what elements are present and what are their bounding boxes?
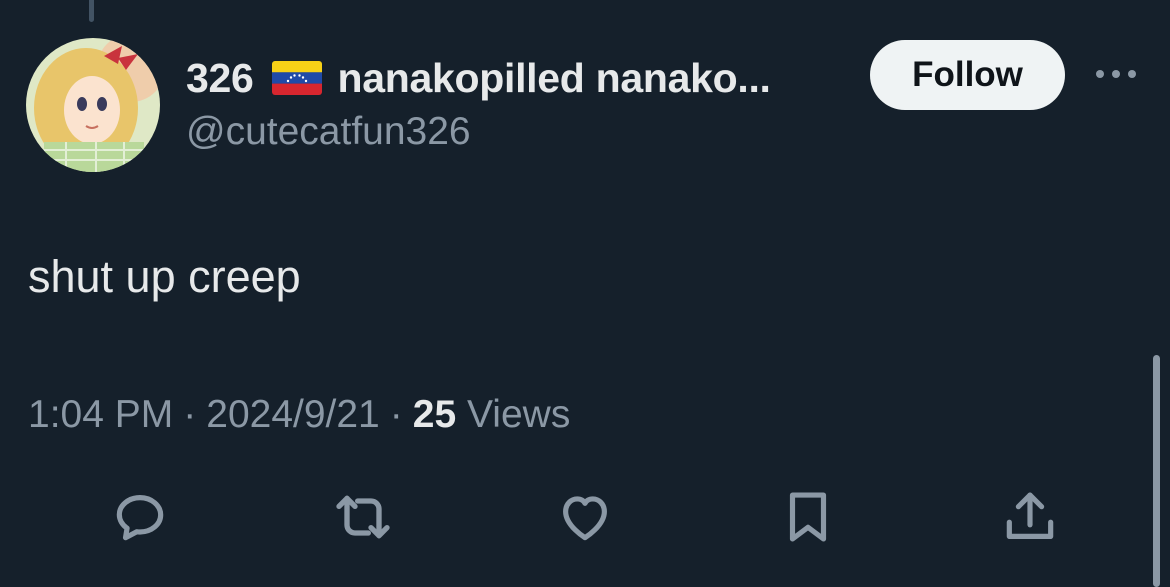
author-name-row[interactable]: 326 nanakopilled nanako... (186, 50, 856, 106)
repost-button[interactable] (328, 482, 398, 552)
tweet-text: shut up creep (28, 251, 301, 302)
meta-separator: · (183, 393, 197, 436)
venezuela-flag-icon (271, 61, 322, 95)
follow-button[interactable]: Follow (870, 40, 1065, 110)
views-count: 25 (412, 393, 457, 436)
thread-connector-line (89, 0, 94, 22)
avatar-image (26, 38, 160, 172)
author-display-name-suffix[interactable]: nanakopilled nanako... (338, 55, 771, 102)
share-icon (1006, 492, 1054, 539)
reply-button[interactable] (105, 482, 175, 552)
bookmark-button[interactable] (773, 482, 843, 552)
author-display-name[interactable]: 326 (186, 55, 254, 102)
more-options-icon[interactable] (1094, 64, 1138, 84)
tweet-metadata: 1:04 PM · 2024/9/21 · 25 Views (28, 393, 570, 437)
tweet-time[interactable]: 1:04 PM (28, 393, 173, 436)
views-label: Views (467, 393, 571, 436)
tweet-date[interactable]: 2024/9/21 (206, 393, 380, 436)
author-info: 326 nanakopilled nanako... @cutecatfun32… (186, 50, 856, 154)
repost-icon (336, 495, 390, 539)
avatar[interactable] (26, 38, 160, 172)
heart-icon (563, 496, 607, 541)
share-button[interactable] (995, 482, 1065, 552)
tweet-action-bar (0, 482, 1170, 552)
meta-separator: · (389, 393, 403, 436)
scrollbar[interactable] (1153, 355, 1160, 587)
bookmark-icon (789, 492, 827, 542)
like-button[interactable] (550, 482, 620, 552)
reply-icon (116, 495, 164, 541)
author-handle[interactable]: @cutecatfun326 (186, 110, 856, 154)
